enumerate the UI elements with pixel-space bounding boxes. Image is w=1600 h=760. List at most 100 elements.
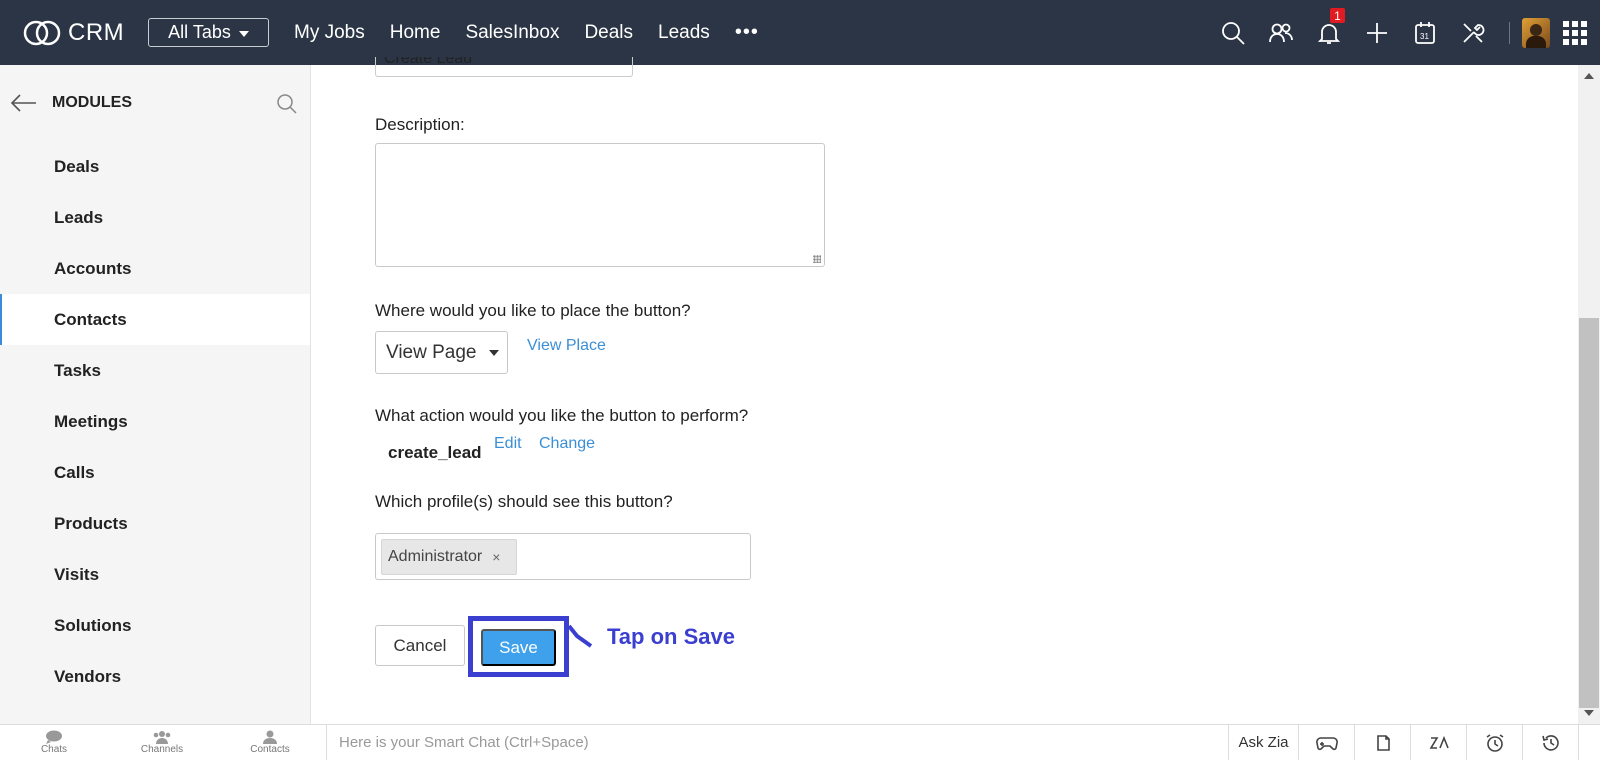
search-button[interactable] bbox=[1209, 0, 1257, 65]
nav-leads[interactable]: Leads bbox=[658, 22, 710, 44]
placement-label: Where would you like to place the button… bbox=[375, 301, 691, 320]
recent-items-button[interactable] bbox=[1523, 725, 1579, 760]
chevron-down-icon bbox=[488, 349, 499, 356]
edit-action-link[interactable]: Edit bbox=[494, 435, 522, 453]
chats-tab[interactable]: Chats bbox=[0, 725, 108, 760]
page-scrollbar[interactable] bbox=[1578, 65, 1600, 724]
svg-text:31: 31 bbox=[1420, 32, 1429, 41]
placement-select[interactable]: View Page bbox=[375, 331, 508, 374]
chevron-down-icon bbox=[238, 30, 249, 37]
modules-list: Deals Leads Accounts Contacts Tasks Meet… bbox=[0, 141, 310, 702]
action-name: create_lead bbox=[388, 443, 482, 462]
all-tabs-label: All Tabs bbox=[168, 22, 231, 42]
smart-chat-input[interactable]: Here is your Smart Chat (Ctrl+Space) bbox=[326, 725, 1229, 760]
callout-pointer-icon bbox=[567, 624, 593, 648]
sidebar-item-accounts[interactable]: Accounts bbox=[0, 243, 310, 294]
button-form: Create Lead Description: Where would you… bbox=[312, 57, 1578, 724]
resize-handle-icon[interactable] bbox=[813, 255, 821, 263]
person-icon bbox=[263, 730, 277, 744]
save-highlight-frame: Save bbox=[468, 616, 569, 677]
sidebar-item-vendors[interactable]: Vendors bbox=[0, 651, 310, 702]
sidebar-item-products[interactable]: Products bbox=[0, 498, 310, 549]
sidebar-item-calls[interactable]: Calls bbox=[0, 447, 310, 498]
sidebar-item-leads[interactable]: Leads bbox=[0, 192, 310, 243]
search-icon bbox=[1222, 21, 1245, 45]
crm-logo-icon bbox=[23, 20, 61, 45]
plus-icon bbox=[1367, 22, 1387, 43]
modules-title: MODULES bbox=[52, 94, 132, 111]
sidebar-item-deals[interactable]: Deals bbox=[0, 141, 310, 192]
bell-icon bbox=[1317, 23, 1341, 44]
ask-zia-button[interactable]: Ask Zia bbox=[1229, 725, 1299, 760]
scroll-up-icon[interactable] bbox=[1584, 73, 1594, 79]
sidebar-item-meetings[interactable]: Meetings bbox=[0, 396, 310, 447]
zia-button[interactable] bbox=[1411, 725, 1467, 760]
notification-badge: 1 bbox=[1330, 8, 1345, 23]
all-tabs-dropdown[interactable]: All Tabs bbox=[148, 18, 269, 47]
view-place-link[interactable]: View Place bbox=[527, 337, 606, 355]
back-arrow-icon[interactable] bbox=[10, 93, 38, 113]
crm-logo[interactable]: CRM bbox=[22, 19, 144, 47]
description-textarea[interactable] bbox=[375, 143, 825, 267]
sidebar-item-tasks[interactable]: Tasks bbox=[0, 345, 310, 396]
gamescope-button[interactable] bbox=[1299, 725, 1355, 760]
chats-label: Chats bbox=[40, 744, 68, 755]
sidebar-item-solutions[interactable]: Solutions bbox=[0, 600, 310, 651]
bottom-bar: Chats Channels Contacts Here is your Sma… bbox=[0, 724, 1600, 760]
nav-salesinbox[interactable]: SalesInbox bbox=[465, 22, 559, 44]
cancel-button[interactable]: Cancel bbox=[375, 625, 465, 666]
divider bbox=[1509, 21, 1510, 44]
nav-my-jobs[interactable]: My Jobs bbox=[294, 22, 365, 44]
calendar-icon: 31 bbox=[1415, 21, 1435, 44]
modules-sidebar: MODULES Deals Leads Accounts Contacts Ta… bbox=[0, 65, 311, 724]
setup-button[interactable] bbox=[1449, 0, 1497, 65]
action-label: What action would you like the button to… bbox=[375, 406, 749, 425]
alarm-clock-icon bbox=[1486, 733, 1503, 752]
gamepad-icon bbox=[1315, 736, 1338, 750]
profile-chip-label: Administrator bbox=[388, 548, 483, 565]
main-nav: My Jobs Home SalesInbox Deals Leads ••• bbox=[294, 21, 759, 44]
contacts-tab[interactable]: Contacts bbox=[216, 725, 324, 760]
create-button[interactable] bbox=[1353, 0, 1401, 65]
modules-header: MODULES bbox=[0, 65, 310, 141]
reminders-button[interactable] bbox=[1467, 725, 1523, 760]
history-icon bbox=[1541, 734, 1559, 751]
note-icon bbox=[1376, 734, 1390, 751]
more-tabs-icon[interactable]: ••• bbox=[735, 21, 759, 44]
profiles-label: Which profile(s) should see this button? bbox=[375, 492, 673, 511]
grid-icon bbox=[1563, 20, 1587, 45]
notes-button[interactable] bbox=[1355, 725, 1411, 760]
profiles-input[interactable]: Administrator × bbox=[375, 533, 751, 580]
users-icon bbox=[1269, 23, 1293, 42]
calendar-button[interactable]: 31 bbox=[1401, 0, 1449, 65]
tutorial-hint: Tap on Save bbox=[607, 624, 735, 649]
scrollbar-thumb[interactable] bbox=[1579, 318, 1599, 708]
brand-name: CRM bbox=[68, 18, 125, 46]
scroll-down-icon[interactable] bbox=[1584, 710, 1594, 716]
save-button[interactable]: Save bbox=[481, 629, 556, 666]
channels-tab[interactable]: Channels bbox=[108, 725, 216, 760]
sidebar-item-contacts[interactable]: Contacts bbox=[0, 294, 310, 345]
contacts-label: Contacts bbox=[250, 744, 290, 755]
button-name-field[interactable]: Create Lead bbox=[375, 57, 633, 77]
apps-button[interactable] bbox=[1550, 0, 1600, 65]
nav-home[interactable]: Home bbox=[390, 22, 441, 44]
tools-icon bbox=[1463, 22, 1485, 43]
header-actions: 1 31 bbox=[1209, 0, 1600, 65]
avatar[interactable] bbox=[1522, 17, 1550, 48]
contacts-button[interactable] bbox=[1257, 0, 1305, 65]
description-label: Description: bbox=[375, 115, 465, 134]
nav-deals[interactable]: Deals bbox=[584, 22, 633, 44]
search-icon[interactable] bbox=[276, 93, 298, 115]
remove-chip-icon[interactable]: × bbox=[492, 549, 500, 565]
zia-icon bbox=[1429, 735, 1449, 749]
profile-chip-administrator: Administrator × bbox=[381, 539, 517, 575]
sidebar-item-visits[interactable]: Visits bbox=[0, 549, 310, 600]
notifications-button[interactable]: 1 bbox=[1305, 0, 1353, 65]
placement-value: View Page bbox=[386, 341, 477, 363]
change-action-link[interactable]: Change bbox=[539, 435, 595, 453]
top-navigation-bar: CRM All Tabs My Jobs Home SalesInbox Dea… bbox=[0, 0, 1600, 65]
group-icon bbox=[153, 731, 171, 744]
chat-bubble-icon bbox=[46, 730, 62, 744]
channels-label: Channels bbox=[140, 744, 184, 755]
